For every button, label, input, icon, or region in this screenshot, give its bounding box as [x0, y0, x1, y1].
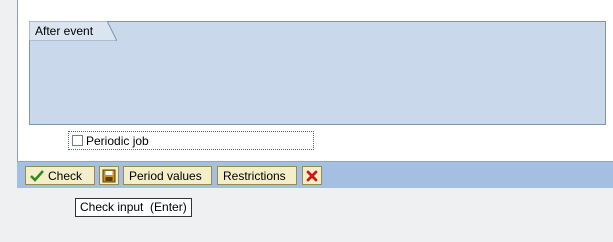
after-event-tab: After event — [29, 21, 117, 41]
dialog-panel: After event Periodic job — [17, 0, 613, 161]
checkmark-icon — [30, 169, 44, 182]
after-event-group: After event — [29, 21, 606, 125]
period-values-button[interactable]: Period values — [123, 166, 212, 185]
restrictions-button[interactable]: Restrictions — [217, 166, 297, 185]
cancel-icon — [306, 170, 318, 181]
period-values-label: Period values — [129, 168, 202, 183]
save-icon — [102, 169, 116, 182]
application-toolbar: Check Period values Restrictions — [17, 161, 613, 188]
periodic-job-checkbox[interactable]: Periodic job — [68, 131, 314, 150]
after-event-title: After event — [35, 24, 94, 38]
periodic-job-label: Periodic job — [86, 133, 149, 148]
cancel-button[interactable] — [302, 166, 322, 185]
check-button[interactable]: Check — [25, 166, 95, 185]
check-button-label: Check — [48, 168, 83, 183]
check-tooltip: Check input (Enter) — [75, 198, 192, 217]
restrictions-label: Restrictions — [223, 168, 286, 183]
periodic-job-checkbox-box[interactable] — [72, 135, 83, 146]
save-button[interactable] — [99, 166, 119, 185]
